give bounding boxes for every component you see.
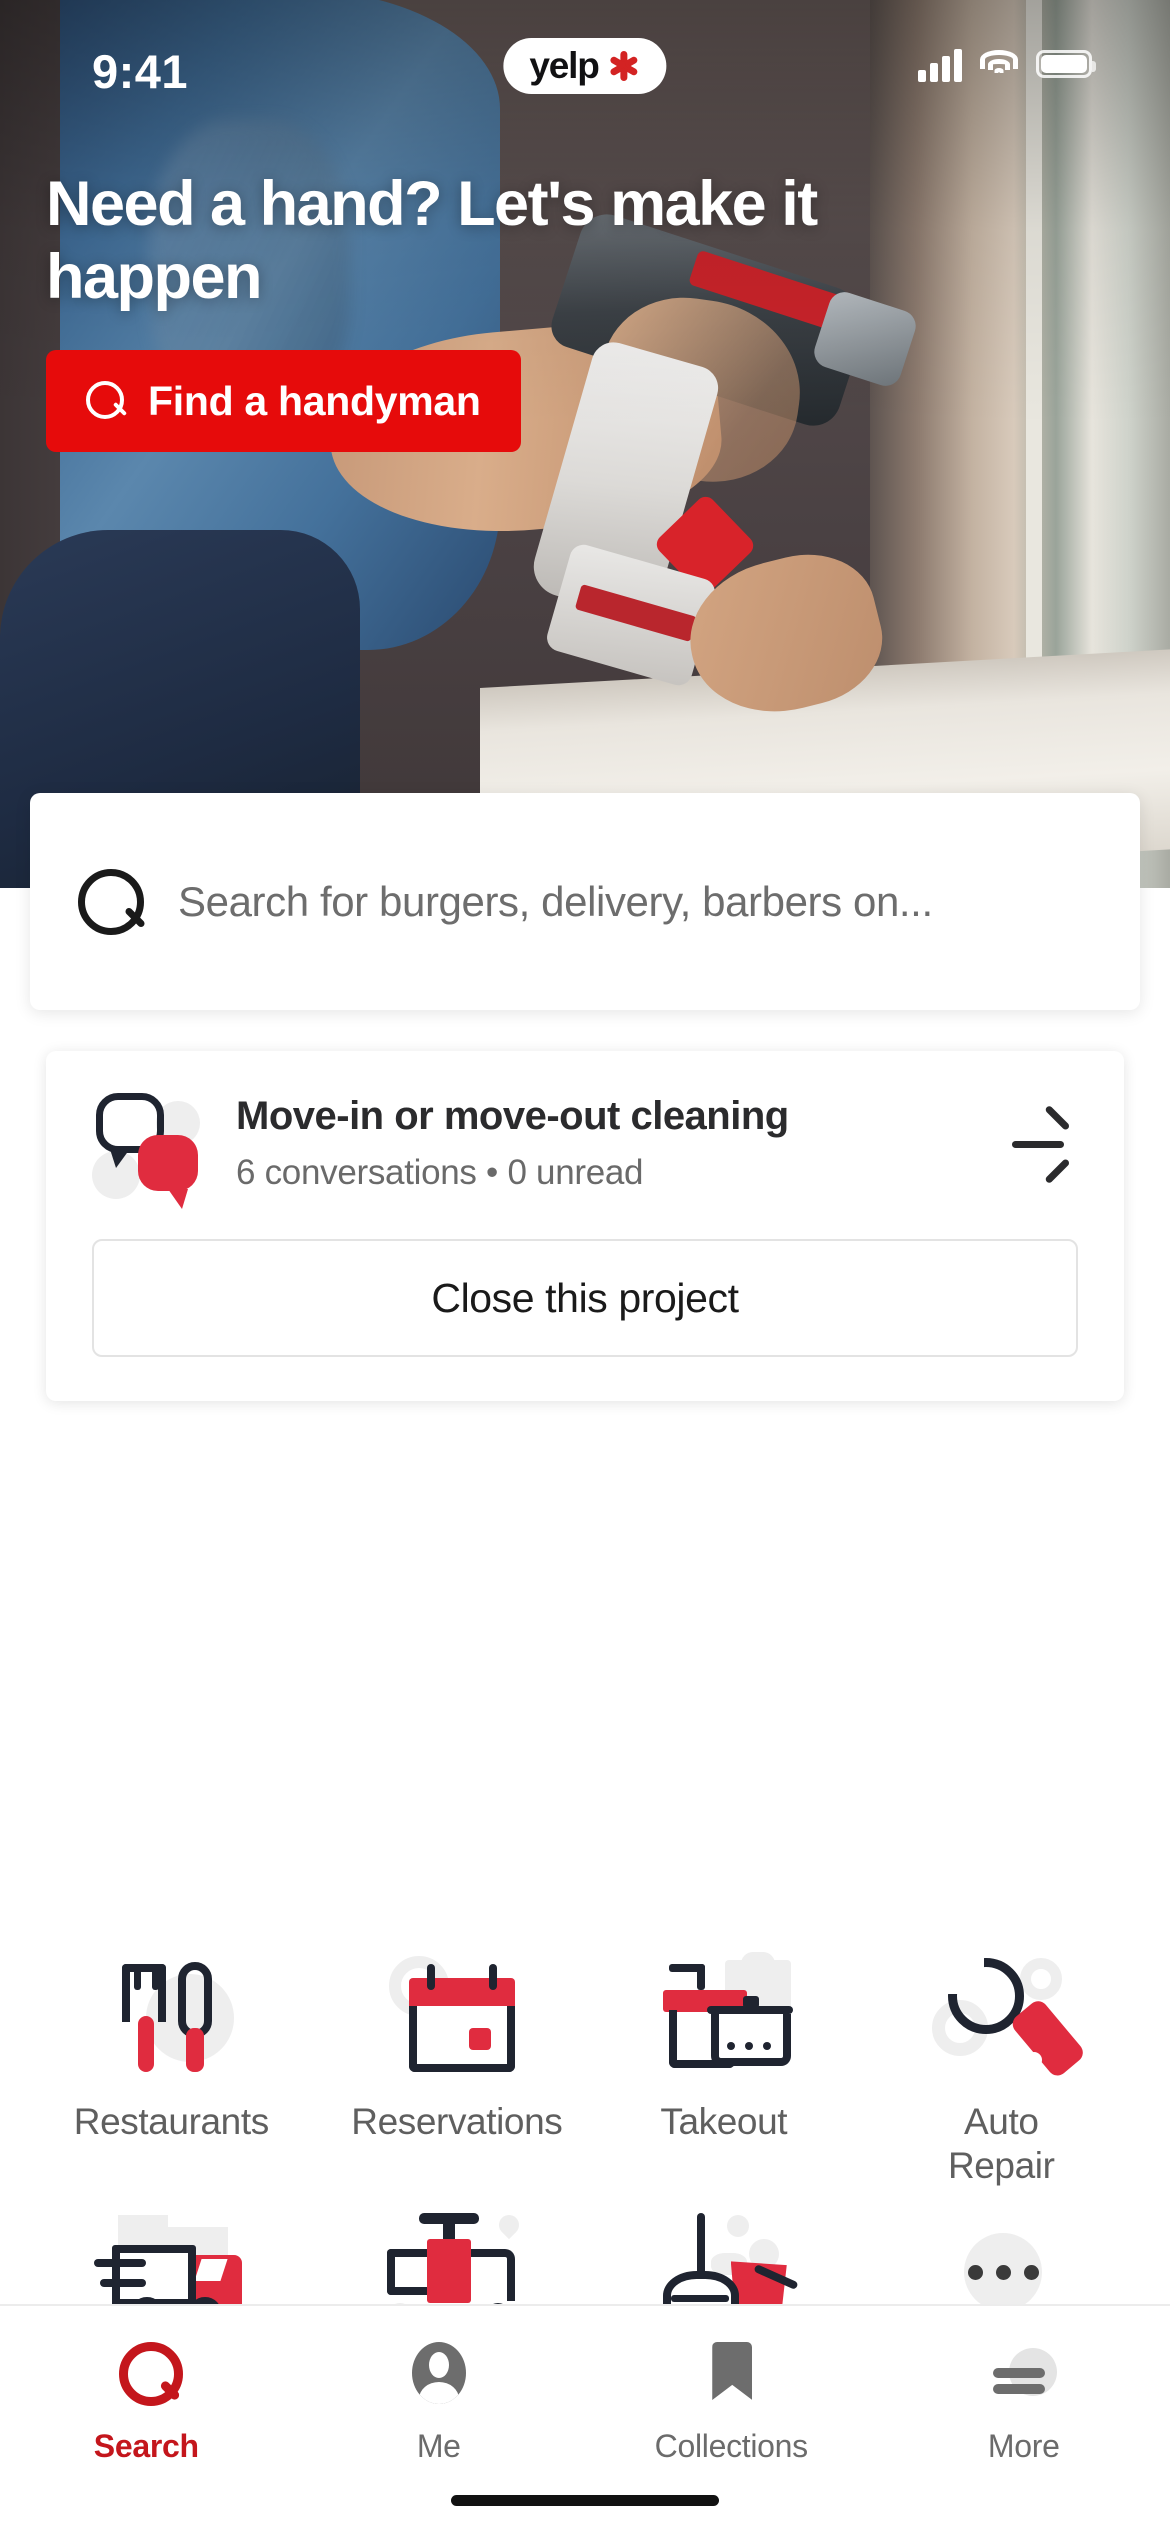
fork-knife-icon: [94, 1952, 244, 2082]
project-title: Move-in or move-out cleaning: [236, 1093, 789, 1138]
tab-search[interactable]: Search: [0, 2338, 293, 2465]
chat-bubbles-icon: [92, 1087, 204, 1209]
status-bar: 9:41 yelp: [0, 0, 1170, 120]
tab-me[interactable]: Me: [293, 2338, 586, 2465]
category-label: Takeout: [660, 2101, 788, 2142]
category-reservations[interactable]: Reservations: [308, 1938, 586, 2187]
hero-copy: Need a hand? Let's make it happen Find a…: [46, 168, 826, 453]
wrench-gear-icon: [926, 1952, 1088, 2082]
tab-collections[interactable]: Collections: [585, 2338, 878, 2465]
calendar-icon: [371, 1952, 521, 2082]
hero-banner: Need a hand? Let's make it happen Find a…: [0, 0, 1170, 888]
project-summary-row[interactable]: Move-in or move-out cleaning 6 conversat…: [92, 1087, 1078, 1209]
yelp-logo: yelp: [503, 38, 667, 94]
project-text: Move-in or move-out cleaning 6 conversat…: [236, 1094, 970, 1193]
takeout-bag-icon: [649, 1952, 799, 2082]
project-card: Move-in or move-out cleaning 6 conversat…: [46, 1051, 1124, 1401]
status-time: 9:41: [92, 45, 189, 98]
wifi-icon: [978, 48, 1020, 80]
home-indicator: [451, 2495, 719, 2506]
category-label: Auto Repair: [947, 2101, 1055, 2186]
search-icon: [78, 868, 144, 935]
yelp-wordmark: yelp: [529, 45, 599, 86]
tab-more[interactable]: More: [878, 2338, 1170, 2465]
bookmark-icon: [694, 2338, 768, 2412]
page-content: Move-in or move-out cleaning 6 conversat…: [0, 888, 1170, 2532]
close-this-project-button[interactable]: Close this project: [92, 1239, 1078, 1357]
find-a-handyman-label: Find a handyman: [148, 377, 481, 424]
find-a-handyman-button[interactable]: Find a handyman: [46, 350, 521, 453]
search-icon: [86, 381, 126, 421]
category-takeout[interactable]: Takeout: [585, 1938, 863, 2187]
category-label: Reservations: [351, 2101, 563, 2142]
search-icon: [109, 2338, 184, 2412]
status-indicators: [918, 46, 1096, 82]
category-restaurants[interactable]: Restaurants: [30, 1938, 308, 2187]
hero-title: Need a hand? Let's make it happen: [46, 169, 818, 313]
arrow-right-icon: [1012, 1141, 1064, 1148]
project-subtitle: 6 conversations • 0 unread: [236, 1152, 644, 1192]
person-icon: [402, 2338, 476, 2412]
project-open-arrow-button[interactable]: [1002, 1104, 1078, 1185]
yelp-burst-icon: [607, 49, 641, 83]
battery-icon: [1036, 50, 1096, 78]
search-bar[interactable]: Search for burgers, delivery, barbers on…: [30, 793, 1140, 1010]
search-input[interactable]: Search for burgers, delivery, barbers on…: [178, 878, 933, 926]
tab-label: Me: [416, 2428, 461, 2464]
tab-label: More: [987, 2428, 1060, 2464]
category-label: Restaurants: [73, 2101, 269, 2142]
hamburger-icon: [987, 2338, 1061, 2412]
tab-label: Collections: [654, 2428, 809, 2464]
cellular-signal-icon: [918, 46, 962, 82]
tab-label: Search: [93, 2428, 199, 2464]
category-auto-repair[interactable]: Auto Repair: [863, 1938, 1141, 2187]
yelp-home-screen: Need a hand? Let's make it happen Find a…: [0, 0, 1170, 2532]
